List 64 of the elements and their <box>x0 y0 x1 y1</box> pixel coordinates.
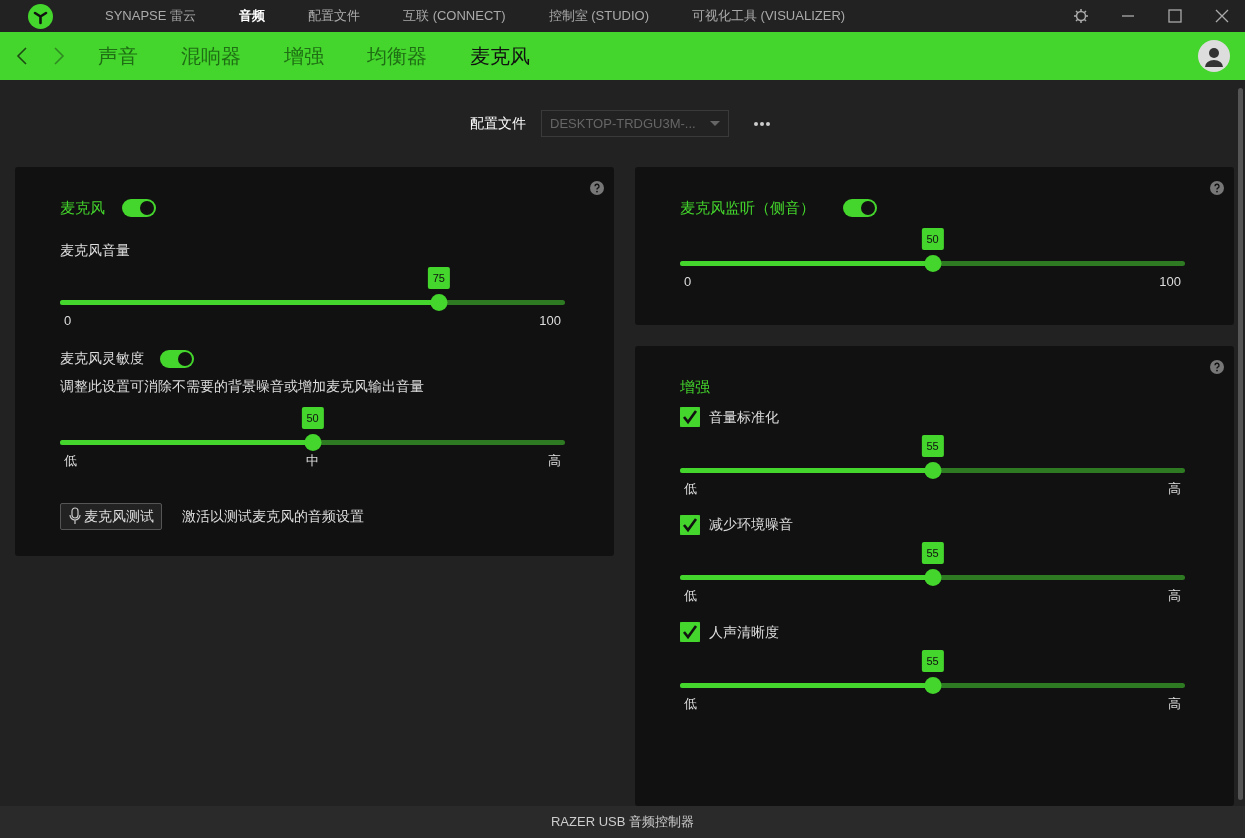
slider-value: 55 <box>921 434 944 457</box>
maximize-icon[interactable] <box>1167 8 1183 24</box>
slider-value: 55 <box>921 649 944 672</box>
checkbox[interactable] <box>680 407 700 427</box>
slider-value: 75 <box>427 266 450 289</box>
slider-thumb[interactable] <box>924 676 941 694</box>
slider-tick-label: 中 <box>306 452 319 470</box>
help-icon[interactable] <box>1210 181 1224 195</box>
top-nav-tab[interactable]: 互联 (CONNECT) <box>403 6 506 26</box>
slider-thumb[interactable] <box>924 569 941 586</box>
slider-tick-label: 0 <box>684 272 692 291</box>
close-icon[interactable] <box>1214 8 1230 24</box>
slider-value: 50 <box>921 227 944 250</box>
top-nav-tab[interactable]: 配置文件 <box>308 6 361 26</box>
top-nav-tab[interactable]: 音频 <box>239 6 266 26</box>
slider-thumb[interactable] <box>924 461 941 479</box>
mic-test-hint: 激活以测试麦克风的音频设置 <box>182 506 364 526</box>
toggle-switch[interactable] <box>122 199 156 218</box>
slider-tick-label: 低 <box>684 479 697 498</box>
sub-nav-tab[interactable]: 增强 <box>284 41 324 71</box>
settings-icon[interactable] <box>1073 8 1089 24</box>
checkbox-label: 减少环境噪音 <box>709 515 793 534</box>
slider-tick-label: 高 <box>548 452 561 470</box>
help-icon[interactable] <box>590 181 604 195</box>
slider-thumb[interactable] <box>304 434 321 451</box>
panel-title: 麦克风 <box>60 198 105 218</box>
slider-tick-label: 高 <box>1168 479 1181 498</box>
checkbox-label: 音量标准化 <box>709 407 779 427</box>
slider-value: 50 <box>301 407 324 429</box>
toggle-switch[interactable] <box>160 349 194 368</box>
top-nav-tab[interactable]: SYNAPSE 雷云 <box>105 6 197 26</box>
more-icon[interactable] <box>754 121 770 126</box>
slider-tick-label: 100 <box>539 311 561 330</box>
slider-tick-label: 0 <box>64 311 72 330</box>
top-nav-tab[interactable]: 控制室 (STUDIO) <box>548 6 649 26</box>
panel-title: 增强 <box>680 377 711 397</box>
device-name: RAZER USB 音频控制器 <box>551 813 694 832</box>
logo-icon[interactable] <box>28 3 53 29</box>
scrollbar[interactable] <box>1237 88 1243 800</box>
slider-tick-label: 低 <box>684 587 697 605</box>
sensitivity-label: 麦克风灵敏度 <box>60 349 144 368</box>
microphone-icon <box>68 507 82 525</box>
checkbox[interactable] <box>680 622 700 642</box>
sensitivity-description: 调整此设置可消除不需要的背景噪音或增加麦克风输出音量 <box>60 377 425 396</box>
slider-thumb[interactable] <box>430 293 448 311</box>
help-icon[interactable] <box>1210 360 1224 374</box>
toggle-switch[interactable] <box>843 199 877 218</box>
slider-value: 55 <box>921 542 944 564</box>
top-nav-tab[interactable]: 可视化工具 (VISUALIZER) <box>691 6 846 26</box>
profile-label: 配置文件 <box>470 114 526 133</box>
panel-title: 麦克风监听（侧音） <box>680 198 815 218</box>
caret-icon <box>710 120 720 127</box>
mic-test-button[interactable]: 麦克风测试 <box>60 502 162 530</box>
volume-label: 麦克风音量 <box>60 240 131 260</box>
slider-tick-label: 高 <box>1168 694 1181 713</box>
sub-nav-tab[interactable]: 麦克风 <box>470 41 530 71</box>
checkbox-label: 人声清晰度 <box>709 622 779 642</box>
slider-tick-label: 低 <box>684 694 697 713</box>
avatar-icon[interactable] <box>1198 40 1230 72</box>
slider-thumb[interactable] <box>924 254 941 272</box>
checkbox[interactable] <box>680 514 700 535</box>
slider-tick-label: 低 <box>64 452 77 470</box>
slider-tick-label: 高 <box>1168 587 1181 605</box>
slider-tick-label: 100 <box>1159 272 1181 291</box>
